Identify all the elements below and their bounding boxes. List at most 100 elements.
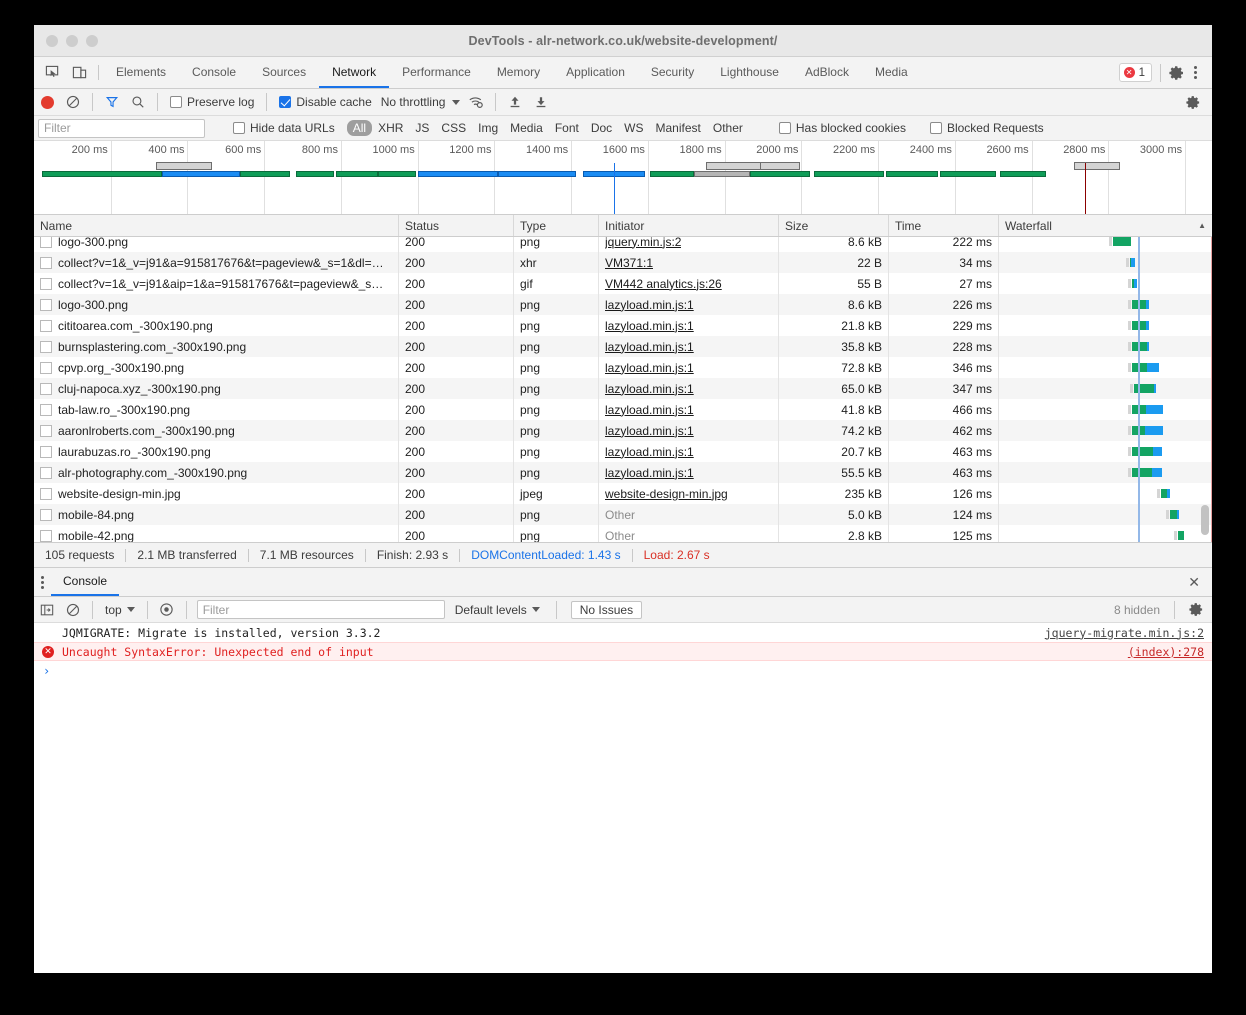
console-message-log[interactable]: JQMIGRATE: Migrate is installed, version…	[34, 623, 1212, 642]
export-har-icon[interactable]	[528, 89, 554, 115]
tab-console[interactable]: Console	[179, 57, 249, 88]
preserve-log-checkbox[interactable]: Preserve log	[164, 95, 260, 109]
tab-adblock[interactable]: AdBlock	[792, 57, 862, 88]
import-har-icon[interactable]	[502, 89, 528, 115]
cell-initiator[interactable]: lazyload.min.js:1	[599, 420, 779, 441]
tab-network[interactable]: Network	[319, 57, 390, 88]
cell-initiator[interactable]: lazyload.min.js:1	[599, 336, 779, 357]
table-row[interactable]: alr-photography.com_-300x190.png 200 png la…	[34, 462, 1212, 483]
table-body[interactable]: logo-300.png 200 png jquery.min.js:2 8.6 kB 2…	[34, 237, 1212, 542]
cell-time: 462 ms	[889, 420, 999, 441]
drawer-more-options-icon[interactable]	[34, 575, 51, 589]
table-row[interactable]: mobile-42.png 200 png Other 2.8 kB 125 ms	[34, 525, 1212, 542]
search-icon[interactable]	[125, 89, 151, 115]
cell-initiator[interactable]: lazyload.min.js:1	[599, 378, 779, 399]
tab-sources[interactable]: Sources	[249, 57, 319, 88]
cell-initiator[interactable]: lazyload.min.js:1	[599, 315, 779, 336]
table-row[interactable]: aaronlroberts.com_-300x190.png 200 png lazy…	[34, 420, 1212, 441]
throttling-dropdown[interactable]: No throttling	[378, 95, 464, 109]
disable-cache-checkbox[interactable]: Disable cache	[273, 95, 377, 109]
table-row[interactable]: logo-300.png 200 png lazyload.min.js:1 8.6 k…	[34, 294, 1212, 315]
tab-memory[interactable]: Memory	[484, 57, 553, 88]
has-blocked-cookies-checkbox[interactable]: Has blocked cookies	[773, 121, 912, 135]
blocked-requests-checkbox[interactable]: Blocked Requests	[924, 121, 1050, 135]
cell-initiator[interactable]: lazyload.min.js:1	[599, 399, 779, 420]
console-sidebar-icon[interactable]	[34, 597, 60, 623]
more-options-icon[interactable]	[1187, 66, 1204, 79]
tab-media[interactable]: Media	[862, 57, 921, 88]
table-row[interactable]: laurabuzas.ro_-300x190.png 200 png lazyload…	[34, 441, 1212, 462]
close-drawer-icon[interactable]: ✕	[1176, 568, 1212, 596]
issues-button[interactable]: No Issues	[570, 600, 643, 619]
record-button[interactable]	[34, 89, 60, 115]
table-row[interactable]: tab-law.ro_-300x190.png 200 png lazyload.mi…	[34, 399, 1212, 420]
network-conditions-icon[interactable]	[463, 89, 489, 115]
tab-application[interactable]: Application	[553, 57, 638, 88]
waterfall-wait-segment	[1131, 258, 1135, 267]
filter-type-ws[interactable]: WS	[618, 120, 649, 136]
filter-type-font[interactable]: Font	[549, 120, 585, 136]
table-row[interactable]: collect?v=1&_v=j91&a=915817676&t=pagevie…	[34, 252, 1212, 273]
table-vertical-scrollbar[interactable]	[1201, 505, 1209, 535]
console-error-source[interactable]: (index):278	[1128, 645, 1204, 659]
table-row[interactable]: logo-300.png 200 png jquery.min.js:2 8.6 kB 2…	[34, 237, 1212, 252]
console-prompt[interactable]: ›	[34, 661, 1212, 681]
tab-elements[interactable]: Elements	[103, 57, 179, 88]
console-settings-gear-icon[interactable]	[1189, 602, 1204, 617]
filter-type-css[interactable]: CSS	[435, 120, 472, 136]
table-row[interactable]: mobile-84.png 200 png Other 5.0 kB 124 ms	[34, 504, 1212, 525]
settings-gear-icon[interactable]	[1169, 65, 1185, 81]
device-toolbar-icon[interactable]	[71, 64, 88, 81]
column-header-time[interactable]: Time	[889, 215, 999, 236]
table-row[interactable]: website-design-min.jpg 200 jpeg website-des…	[34, 483, 1212, 504]
clear-console-icon[interactable]	[60, 597, 86, 623]
table-row[interactable]: burnsplastering.com_-300x190.png 200 png la…	[34, 336, 1212, 357]
network-overview-timeline[interactable]: 200 ms 400 ms 600 ms 800 ms 1000 ms 1200 ms 14…	[34, 141, 1212, 215]
clear-button[interactable]	[60, 89, 86, 115]
execution-context-dropdown[interactable]: top	[99, 603, 141, 617]
tab-performance[interactable]: Performance	[389, 57, 484, 88]
cell-initiator[interactable]: website-design-min.jpg	[599, 483, 779, 504]
filter-type-all[interactable]: All	[346, 120, 373, 136]
cell-initiator[interactable]: lazyload.min.js:1	[599, 462, 779, 483]
column-header-waterfall[interactable]: Waterfall ▲	[999, 215, 1212, 236]
table-row[interactable]: cpvp.org_-300x190.png 200 png lazyload.min.…	[34, 357, 1212, 378]
cell-initiator[interactable]: lazyload.min.js:1	[599, 357, 779, 378]
column-header-name[interactable]: Name	[34, 215, 399, 236]
column-header-status[interactable]: Status	[399, 215, 514, 236]
cell-initiator[interactable]: VM371:1	[599, 252, 779, 273]
console-filter-input[interactable]	[196, 600, 445, 619]
filter-funnel-icon[interactable]	[99, 89, 125, 115]
hide-data-urls-checkbox[interactable]: Hide data URLs	[227, 121, 341, 135]
table-row[interactable]: cititoarea.com_-300x190.png 200 png lazyloa…	[34, 315, 1212, 336]
console-message-list[interactable]: JQMIGRATE: Migrate is installed, version…	[34, 623, 1212, 973]
log-levels-dropdown[interactable]: Default levels	[445, 603, 550, 617]
console-message-source[interactable]: jquery-migrate.min.js:2	[1045, 626, 1204, 640]
tab-lighthouse[interactable]: Lighthouse	[707, 57, 792, 88]
filter-type-img[interactable]: Img	[472, 120, 504, 136]
tab-security[interactable]: Security	[638, 57, 707, 88]
column-header-initiator[interactable]: Initiator	[599, 215, 779, 236]
network-settings-gear-icon[interactable]	[1180, 89, 1206, 115]
request-name: logo-300.png	[58, 237, 129, 249]
console-message-error[interactable]: ✕ Uncaught SyntaxError: Unexpected end o…	[34, 642, 1212, 661]
cell-initiator[interactable]: jquery.min.js:2	[599, 237, 779, 252]
cell-initiator[interactable]: lazyload.min.js:1	[599, 294, 779, 315]
live-expression-eye-icon[interactable]	[154, 597, 180, 623]
cell-initiator[interactable]: VM442 analytics.js:26	[599, 273, 779, 294]
filter-type-doc[interactable]: Doc	[585, 120, 618, 136]
request-filter-input[interactable]	[38, 118, 205, 138]
cell-initiator[interactable]: lazyload.min.js:1	[599, 441, 779, 462]
filter-type-media[interactable]: Media	[504, 120, 549, 136]
filter-type-manifest[interactable]: Manifest	[650, 120, 707, 136]
filter-type-xhr[interactable]: XHR	[372, 120, 409, 136]
filter-type-other[interactable]: Other	[707, 120, 749, 136]
table-row[interactable]: collect?v=1&_v=j91&aip=1&a=915817676&t=p…	[34, 273, 1212, 294]
column-header-type[interactable]: Type	[514, 215, 599, 236]
inspect-element-icon[interactable]	[44, 64, 61, 81]
table-row[interactable]: cluj-napoca.xyz_-300x190.png 200 png lazylo…	[34, 378, 1212, 399]
drawer-tab-console[interactable]: Console	[51, 568, 120, 596]
column-header-size[interactable]: Size	[779, 215, 889, 236]
error-count-badge[interactable]: ✕ 1	[1118, 63, 1152, 82]
filter-type-js[interactable]: JS	[409, 120, 435, 136]
